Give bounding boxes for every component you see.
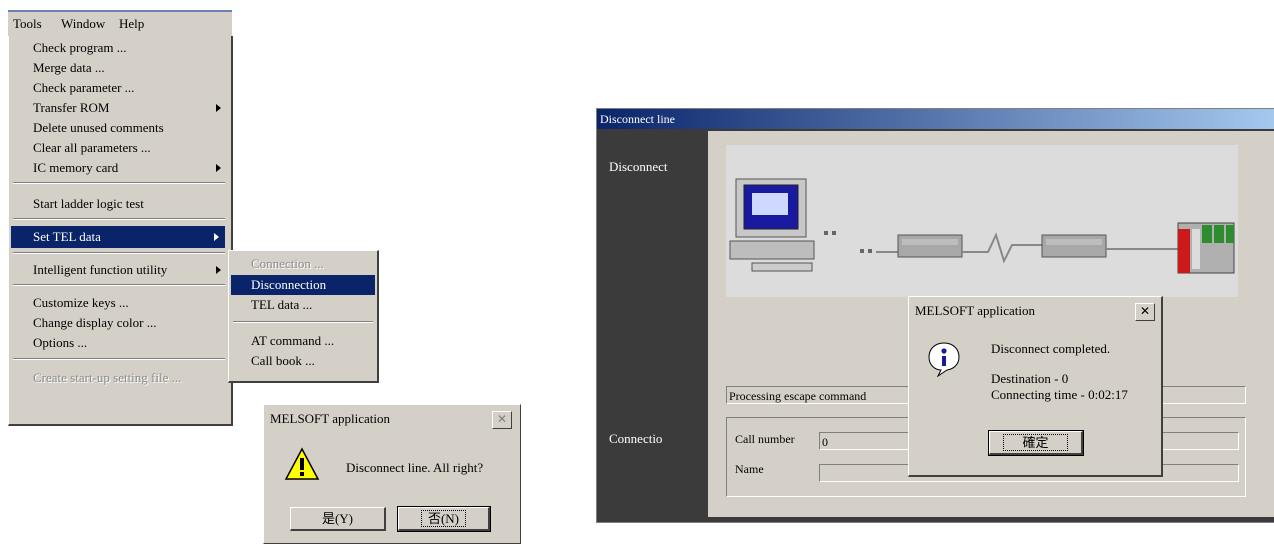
menu-item-options[interactable]: Options ... [33, 333, 87, 353]
menu-item-create-startup-setting-file[interactable]: Create start-up setting file ... [33, 368, 181, 388]
computer-icon [729, 178, 815, 272]
menu-separator [13, 284, 225, 286]
info-dialog: MELSOFT application ✕ Disconnect complet… [908, 296, 1163, 477]
menu-item-change-display-color[interactable]: Change display color ... [33, 313, 156, 333]
ok-button[interactable]: 確定 [988, 430, 1084, 456]
menu-separator [13, 252, 225, 254]
menu-item-set-tel-data[interactable]: Set TEL data [11, 226, 225, 248]
submenu-arrow-icon [216, 164, 221, 172]
modem-icon-left [897, 234, 963, 258]
menu-item-transfer-rom[interactable]: Transfer ROM [33, 98, 229, 118]
menu-item-clear-all-parameters[interactable]: Clear all parameters ... [33, 138, 151, 158]
warning-icon [284, 447, 320, 480]
menu-separator [13, 358, 225, 360]
yes-button-label: 是(Y) [321, 511, 354, 526]
call-number-label: Call number [735, 432, 795, 446]
menu-item-label: Set TEL data [33, 229, 101, 244]
dialog-message: Disconnect line. All right? [346, 460, 484, 475]
menu-separator [233, 321, 373, 323]
menu-item-label: Transfer ROM [33, 100, 110, 115]
menu-separator [13, 182, 225, 184]
menu-window[interactable]: Window [61, 16, 105, 32]
info-message-connecting-time: Connecting time - 0:02:17 [991, 387, 1128, 402]
menu-item-merge-data[interactable]: Merge data ... [33, 58, 105, 78]
close-icon[interactable]: ✕ [1135, 303, 1155, 321]
menu-tools[interactable]: Tools [13, 16, 42, 32]
confirm-dialog: MELSOFT application ✕ Disconnect line. A… [263, 404, 521, 544]
menu-item-ic-memory-card[interactable]: IC memory card [33, 158, 229, 178]
ok-button-label: 確定 [1003, 434, 1068, 451]
status-text: Processing escape command [729, 389, 867, 403]
network-diagram [729, 178, 1235, 274]
menu-bar: Tools Window Help [8, 10, 232, 36]
yes-button[interactable]: 是(Y) [290, 507, 386, 531]
menu-item-label: Intelligent function utility [33, 262, 168, 277]
submenu-item-at-command[interactable]: AT command ... [251, 331, 334, 351]
tools-dropdown-menu: Check program ... Merge data ... Check p… [8, 36, 233, 426]
menu-help[interactable]: Help [119, 16, 144, 32]
menu-item-delete-unused-comments[interactable]: Delete unused comments [33, 118, 164, 138]
submenu-arrow-icon [214, 233, 219, 241]
submenu-item-tel-data[interactable]: TEL data ... [251, 295, 312, 315]
dialog-title: MELSOFT application [270, 411, 391, 426]
submenu-item-disconnection[interactable]: Disconnection [231, 275, 375, 295]
disconnect-section-label: Disconnect [609, 159, 668, 174]
menu-item-start-ladder-logic-test[interactable]: Start ladder logic test [33, 194, 144, 214]
plc-icon [1177, 222, 1235, 274]
dialog-title-bar: MELSOFT application ✕ [266, 407, 518, 431]
window-title: Disconnect line [597, 109, 1274, 129]
set-tel-data-submenu: Connection ... Disconnection TEL data ..… [228, 250, 379, 383]
info-icon [928, 342, 960, 377]
menu-item-label: IC memory card [33, 160, 119, 175]
connection-section-label: Connectio [609, 431, 663, 446]
info-message-destination: Destination - 0 [991, 371, 1069, 386]
dialog-title: MELSOFT application [915, 303, 1036, 318]
menu-item-customize-keys[interactable]: Customize keys ... [33, 293, 129, 313]
no-button-label: 否(N) [420, 510, 467, 527]
modem-icon-right [1041, 234, 1107, 258]
submenu-arrow-icon [216, 266, 221, 274]
menu-item-intelligent-function-utility[interactable]: Intelligent function utility [33, 260, 229, 280]
dialog-title-bar: MELSOFT application ✕ [911, 299, 1159, 323]
connection-diagram [726, 145, 1238, 297]
submenu-item-connection[interactable]: Connection ... [251, 254, 324, 274]
name-label: Name [735, 462, 764, 476]
call-number-value: 0 [822, 435, 828, 449]
menu-separator [13, 218, 225, 220]
menu-item-check-program[interactable]: Check program ... [33, 38, 127, 58]
submenu-arrow-icon [216, 104, 221, 112]
submenu-item-call-book[interactable]: Call book ... [251, 351, 315, 371]
info-message-line1: Disconnect completed. [991, 341, 1111, 356]
no-button[interactable]: 否(N) [397, 506, 491, 532]
menu-item-check-parameter[interactable]: Check parameter ... [33, 78, 134, 98]
close-icon[interactable]: ✕ [492, 411, 512, 429]
